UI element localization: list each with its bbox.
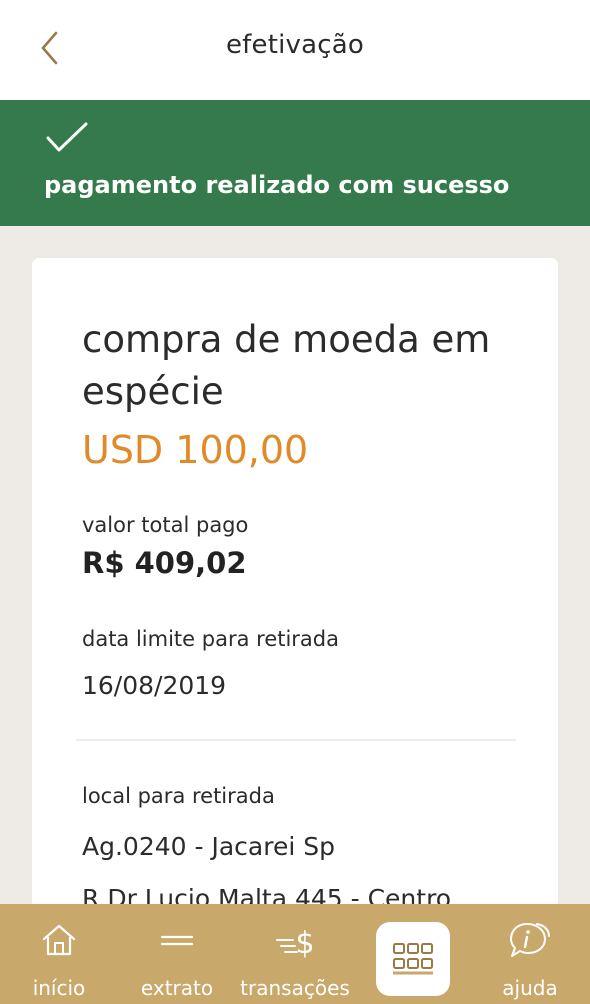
deadline-label: data limite para retirada — [82, 627, 340, 651]
location-label: local para retirada — [82, 784, 275, 808]
statement-lines-icon — [157, 920, 197, 964]
tab-ajuda[interactable]: ajuda — [490, 904, 570, 1004]
tab-label-inicio: início — [32, 976, 86, 1000]
page-title: efetivação — [225, 30, 365, 60]
tab-label-ajuda: ajuda — [502, 976, 558, 1000]
receipt-card: compra de moeda em espécie USD 100,00 va… — [32, 258, 558, 978]
location-branch: Ag.0240 - Jacarei Sp — [82, 832, 335, 861]
tab-inicio[interactable]: início — [14, 904, 104, 1004]
deadline-value: 16/08/2019 — [82, 671, 227, 700]
success-banner: pagamento realizado com sucesso — [0, 100, 590, 226]
product-title: compra de moeda em espécie — [82, 318, 491, 413]
svg-text:$: $ — [295, 926, 314, 960]
main-menu-button[interactable] — [376, 922, 450, 996]
check-icon — [44, 120, 90, 160]
total-paid-value: R$ 409,02 — [82, 546, 247, 580]
home-icon — [39, 920, 79, 964]
tab-extrato[interactable]: extrato — [132, 904, 222, 1004]
total-paid-label: valor total pago — [82, 513, 249, 537]
tab-label-extrato: extrato — [140, 976, 214, 1000]
bottom-tab-bar: início extrato $ transações ajuda — [0, 904, 590, 1004]
help-chat-icon — [507, 920, 553, 966]
purchase-amount: USD 100,00 — [82, 428, 309, 472]
success-message: pagamento realizado com sucesso — [44, 171, 510, 199]
dollar-transfer-icon: $ — [273, 920, 317, 964]
tab-label-transacoes: transações — [240, 976, 350, 1000]
tab-transacoes[interactable]: $ transações — [238, 904, 352, 1004]
header-bar: efetivação — [0, 0, 590, 100]
divider — [76, 739, 516, 741]
